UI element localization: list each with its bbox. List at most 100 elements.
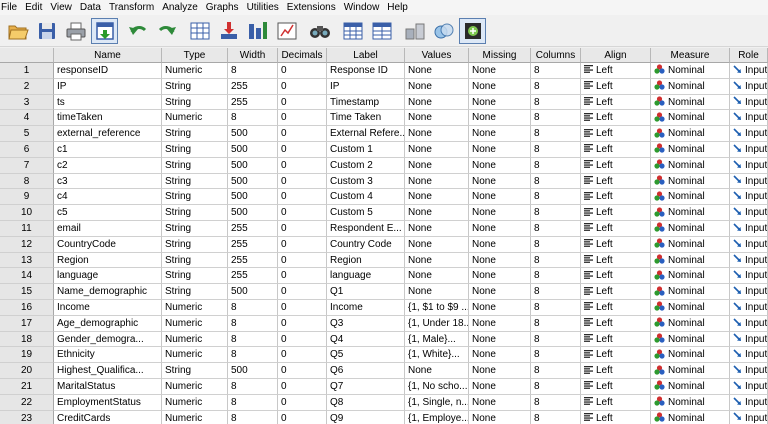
header-columns[interactable]: Columns xyxy=(531,48,581,63)
width-cell[interactable]: 8 xyxy=(228,315,278,332)
row-number[interactable]: 11 xyxy=(0,220,54,237)
open-icon[interactable] xyxy=(4,18,31,44)
type-cell[interactable]: Numeric xyxy=(162,315,228,332)
find-icon[interactable] xyxy=(306,18,333,44)
row-number[interactable]: 2 xyxy=(0,78,54,95)
role-cell[interactable]: Input xyxy=(730,315,768,332)
columns-cell[interactable]: 8 xyxy=(531,299,581,316)
decimals-cell[interactable]: 0 xyxy=(278,378,327,395)
values-cell[interactable]: None xyxy=(405,63,469,79)
header-align[interactable]: Align xyxy=(581,48,651,63)
role-cell[interactable]: Input xyxy=(730,347,768,364)
type-cell[interactable]: String xyxy=(162,363,228,379)
measure-cell[interactable]: Nominal xyxy=(651,299,730,316)
measure-cell[interactable]: Nominal xyxy=(651,126,730,142)
width-cell[interactable]: 8 xyxy=(228,410,278,424)
name-cell[interactable]: language xyxy=(54,268,162,285)
decimals-cell[interactable]: 0 xyxy=(278,63,327,79)
values-cell[interactable]: None xyxy=(405,205,469,221)
measure-cell[interactable]: Nominal xyxy=(651,394,730,411)
align-cell[interactable]: Left xyxy=(581,363,651,379)
width-cell[interactable]: 8 xyxy=(228,110,278,127)
row-number[interactable]: 7 xyxy=(0,157,54,174)
values-cell[interactable]: None xyxy=(405,110,469,127)
measure-cell[interactable]: Nominal xyxy=(651,141,730,158)
header-missing[interactable]: Missing xyxy=(469,48,531,63)
missing-cell[interactable]: None xyxy=(469,63,531,79)
width-cell[interactable]: 500 xyxy=(228,363,278,379)
values-cell[interactable]: {1, $1 to $9 ... xyxy=(405,299,469,316)
missing-cell[interactable]: None xyxy=(469,141,531,158)
role-cell[interactable]: Input xyxy=(730,268,768,285)
label-cell[interactable]: IP xyxy=(327,78,405,95)
name-cell[interactable]: IP xyxy=(54,78,162,95)
align-cell[interactable]: Left xyxy=(581,173,651,190)
measure-cell[interactable]: Nominal xyxy=(651,410,730,424)
align-cell[interactable]: Left xyxy=(581,110,651,127)
decimals-cell[interactable]: 0 xyxy=(278,284,327,300)
type-cell[interactable]: String xyxy=(162,252,228,269)
row-number[interactable]: 3 xyxy=(0,94,54,111)
measure-cell[interactable]: Nominal xyxy=(651,189,730,206)
measure-cell[interactable]: Nominal xyxy=(651,236,730,253)
header-type[interactable]: Type xyxy=(162,48,228,63)
values-cell[interactable]: None xyxy=(405,284,469,300)
label-cell[interactable]: Country Code xyxy=(327,236,405,253)
values-cell[interactable]: None xyxy=(405,141,469,158)
missing-cell[interactable]: None xyxy=(469,284,531,300)
measure-cell[interactable]: Nominal xyxy=(651,220,730,237)
undo-icon[interactable] xyxy=(124,18,151,44)
row-number[interactable]: 16 xyxy=(0,299,54,316)
decimals-cell[interactable]: 0 xyxy=(278,110,327,127)
columns-cell[interactable]: 8 xyxy=(531,173,581,190)
missing-cell[interactable]: None xyxy=(469,173,531,190)
label-cell[interactable]: Region xyxy=(327,252,405,269)
name-cell[interactable]: ts xyxy=(54,94,162,111)
label-cell[interactable]: Time Taken xyxy=(327,110,405,127)
row-number[interactable]: 12 xyxy=(0,236,54,253)
missing-cell[interactable]: None xyxy=(469,347,531,364)
row-number[interactable]: 19 xyxy=(0,347,54,364)
columns-cell[interactable]: 8 xyxy=(531,315,581,332)
variables-icon[interactable] xyxy=(244,18,271,44)
measure-cell[interactable]: Nominal xyxy=(651,205,730,221)
measure-cell[interactable]: Nominal xyxy=(651,110,730,127)
role-cell[interactable]: Input xyxy=(730,110,768,127)
name-cell[interactable]: email xyxy=(54,220,162,237)
type-cell[interactable]: String xyxy=(162,189,228,206)
measure-cell[interactable]: Nominal xyxy=(651,284,730,300)
type-cell[interactable]: String xyxy=(162,236,228,253)
align-cell[interactable]: Left xyxy=(581,94,651,111)
decimals-cell[interactable]: 0 xyxy=(278,78,327,95)
measure-cell[interactable]: Nominal xyxy=(651,63,730,79)
type-cell[interactable]: Numeric xyxy=(162,347,228,364)
measure-cell[interactable]: Nominal xyxy=(651,94,730,111)
row-number[interactable]: 6 xyxy=(0,141,54,158)
name-cell[interactable]: external_reference xyxy=(54,126,162,142)
missing-cell[interactable]: None xyxy=(469,299,531,316)
width-cell[interactable]: 500 xyxy=(228,141,278,158)
align-cell[interactable]: Left xyxy=(581,252,651,269)
run-descriptives-icon[interactable] xyxy=(273,18,300,44)
decimals-cell[interactable]: 0 xyxy=(278,331,327,348)
type-cell[interactable]: String xyxy=(162,126,228,142)
value-labels-icon[interactable] xyxy=(459,17,486,44)
width-cell[interactable]: 8 xyxy=(228,394,278,411)
label-cell[interactable]: Q9 xyxy=(327,410,405,424)
measure-cell[interactable]: Nominal xyxy=(651,173,730,190)
decimals-cell[interactable]: 0 xyxy=(278,299,327,316)
role-cell[interactable]: Input xyxy=(730,157,768,174)
width-cell[interactable]: 8 xyxy=(228,378,278,395)
columns-cell[interactable]: 8 xyxy=(531,63,581,79)
role-cell[interactable]: Input xyxy=(730,236,768,253)
columns-cell[interactable]: 8 xyxy=(531,347,581,364)
row-number[interactable]: 20 xyxy=(0,363,54,379)
header-measure[interactable]: Measure xyxy=(651,48,730,63)
decimals-cell[interactable]: 0 xyxy=(278,189,327,206)
name-cell[interactable]: c1 xyxy=(54,141,162,158)
name-cell[interactable]: Name_demographic xyxy=(54,284,162,300)
missing-cell[interactable]: None xyxy=(469,315,531,332)
type-cell[interactable]: String xyxy=(162,205,228,221)
values-cell[interactable]: None xyxy=(405,78,469,95)
role-cell[interactable]: Input xyxy=(730,299,768,316)
